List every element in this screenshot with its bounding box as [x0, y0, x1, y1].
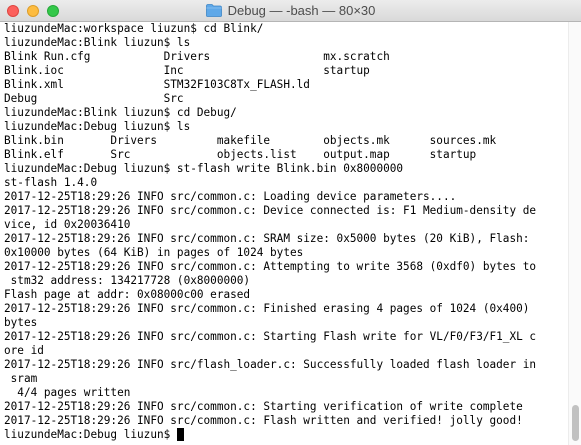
terminal-line: 2017-12-25T18:29:26 INFO src/common.c: L…: [4, 190, 457, 203]
terminal-line: Blink Run.cfg Drivers mx.scratch: [4, 50, 390, 63]
text-cursor: [176, 428, 184, 441]
terminal-line: sram: [4, 372, 38, 385]
terminal-line: 2017-12-25T18:29:26 INFO src/common.c: S…: [4, 232, 530, 245]
terminal-line: 2017-12-25T18:29:26 INFO src/common.c: A…: [4, 260, 537, 273]
terminal-line: liuzundeMac:Debug liuzun$ st-flash write…: [4, 162, 404, 175]
terminal-line: 0x10000 bytes (64 KiB) in pages of 1024 …: [4, 246, 304, 259]
terminal-line: Debug Src: [4, 92, 184, 105]
prompt-text: liuzundeMac:Debug liuzun$: [4, 428, 177, 441]
terminal-line: 4/4 pages written: [4, 386, 131, 399]
terminal-line: stm32 address: 134217728 (0x8000000): [4, 274, 251, 287]
terminal-line: 2017-12-25T18:29:26 INFO src/common.c: D…: [4, 204, 537, 217]
terminal-line: Blink.elf Src objects.list output.map st…: [4, 148, 477, 161]
scrollbar-thumb[interactable]: [572, 405, 579, 441]
folder-icon: [205, 4, 222, 17]
terminal-line: liuzundeMac:Blink liuzun$ ls: [4, 36, 191, 49]
terminal-prompt-line[interactable]: liuzundeMac:Debug liuzun$: [4, 428, 568, 442]
terminal-line: liuzundeMac:Blink liuzun$ cd Debug/: [4, 106, 237, 119]
terminal-line: liuzundeMac:Debug liuzun$ ls: [4, 120, 191, 133]
title-bar[interactable]: Debug — -bash — 80×30: [0, 0, 581, 22]
terminal-line: 2017-12-25T18:29:26 INFO src/common.c: S…: [4, 400, 523, 413]
terminal-line: 2017-12-25T18:29:26 INFO src/common.c: S…: [4, 330, 537, 343]
window-title: Debug — -bash — 80×30: [227, 3, 376, 18]
terminal-line: Blink.bin Drivers makefile objects.mk so…: [4, 134, 497, 147]
terminal-line: 2017-12-25T18:29:26 INFO src/common.c: F…: [4, 302, 530, 315]
terminal-line: ore id: [4, 344, 44, 357]
vertical-scrollbar[interactable]: [568, 22, 581, 445]
terminal-line: 2017-12-25T18:29:26 INFO src/common.c: F…: [4, 414, 523, 427]
terminal-output[interactable]: liuzundeMac:workspace liuzun$ cd Blink/l…: [0, 22, 568, 445]
terminal-line: 2017-12-25T18:29:26 INFO src/flash_loade…: [4, 358, 537, 371]
terminal-line: bytes: [4, 316, 38, 329]
terminal-line: Blink.ioc Inc startup: [4, 64, 370, 77]
terminal-line: Flash page at addr: 0x08000c00 erased: [4, 288, 251, 301]
window-title-group: Debug — -bash — 80×30: [0, 0, 581, 21]
terminal-line: liuzundeMac:workspace liuzun$ cd Blink/: [4, 22, 264, 35]
terminal-line: st-flash 1.4.0: [4, 176, 98, 189]
terminal-line: vice, id 0x20036410: [4, 218, 131, 231]
terminal-line: Blink.xml STM32F103C8Tx_FLASH.ld: [4, 78, 310, 91]
terminal-window: Debug — -bash — 80×30 liuzundeMac:worksp…: [0, 0, 581, 445]
